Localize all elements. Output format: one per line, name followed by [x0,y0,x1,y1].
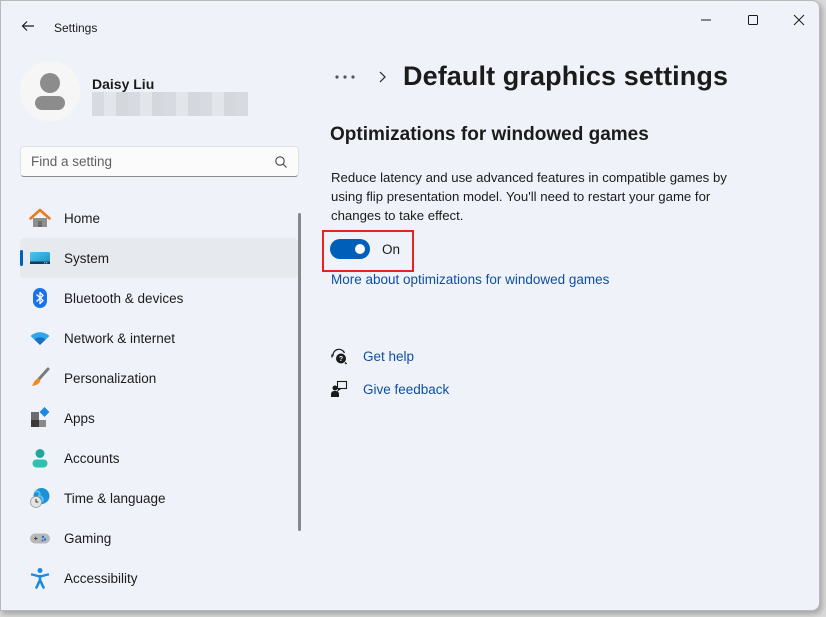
paintbrush-icon [29,367,51,389]
sidebar-item-system[interactable]: System [20,238,298,278]
section-title: Optimizations for windowed games [330,124,649,145]
app-title: Settings [54,21,98,35]
sidebar-item-gaming[interactable]: Gaming [20,518,298,558]
close-icon [793,14,805,26]
sidebar-item-label: Gaming [64,530,112,546]
apps-icon [29,407,51,429]
sidebar-item-time-language[interactable]: Time & language [20,478,298,518]
account-icon [29,447,51,469]
back-button[interactable] [15,13,41,39]
system-icon [29,247,51,269]
windowed-games-toggle[interactable] [330,239,370,259]
more-about-optimizations-link[interactable]: More about optimizations for windowed ga… [331,272,609,287]
globe-clock-icon [29,487,51,509]
sidebar-item-label: System [64,250,110,266]
user-name: Daisy Liu [92,76,155,92]
user-email-redacted [92,92,248,116]
feedback-icon [330,380,348,398]
maximize-button[interactable] [730,1,776,39]
toggle-state-label: On [382,242,401,257]
breadcrumb-more-button[interactable] [333,67,359,87]
search-input[interactable] [31,147,271,176]
home-icon [29,207,51,229]
section-description: Reduce latency and use advanced features… [331,170,727,223]
sidebar-item-label: Accounts [64,450,120,466]
bluetooth-icon [29,287,51,309]
title-bar: Settings [1,1,819,41]
search-icon[interactable] [274,155,288,169]
sidebar-item-label: Time & language [64,490,166,506]
sidebar-item-label: Accessibility [64,570,138,586]
get-help-label: Get help [363,348,415,364]
sidebar-nav: Home System Bluetooth & devices Network … [20,198,298,598]
active-indicator [20,250,23,266]
minimize-button[interactable] [683,1,729,39]
svg-text:?: ? [339,356,343,363]
help-icon: ? [330,347,348,365]
sidebar-item-bluetooth[interactable]: Bluetooth & devices [20,278,298,318]
accessibility-icon [29,567,51,589]
minimize-icon [701,19,711,21]
chevron-right-icon [377,70,387,89]
back-arrow-icon [21,21,34,31]
search-box[interactable] [20,146,299,177]
sidebar-item-accessibility[interactable]: Accessibility [20,558,298,598]
toggle-knob [355,244,365,254]
sidebar-item-home[interactable]: Home [20,198,298,238]
maximize-icon [748,15,758,25]
avatar[interactable] [20,61,80,121]
page-title: Default graphics settings [403,61,729,91]
settings-window: Settings Daisy Liu Find a setting Home S… [0,0,820,611]
sidebar-item-label: Bluetooth & devices [64,290,184,306]
sidebar-scrollbar[interactable] [298,213,301,531]
sidebar-item-accounts[interactable]: Accounts [20,438,298,478]
get-help-link[interactable]: ? Get help [330,345,414,367]
close-button[interactable] [776,1,819,39]
gamepad-icon [29,527,51,549]
more-icon [335,75,355,79]
sidebar-item-label: Personalization [64,370,157,386]
sidebar-item-label: Network & internet [64,330,176,346]
give-feedback-label: Give feedback [363,381,450,397]
user-avatar-icon [35,73,65,110]
sidebar-item-network[interactable]: Network & internet [20,318,298,358]
sidebar-item-label: Home [64,210,101,226]
wifi-icon [29,327,51,349]
give-feedback-link[interactable]: Give feedback [330,378,449,400]
sidebar-item-label: Apps [64,410,95,426]
sidebar-item-personalization[interactable]: Personalization [20,358,298,398]
sidebar-item-apps[interactable]: Apps [20,398,298,438]
